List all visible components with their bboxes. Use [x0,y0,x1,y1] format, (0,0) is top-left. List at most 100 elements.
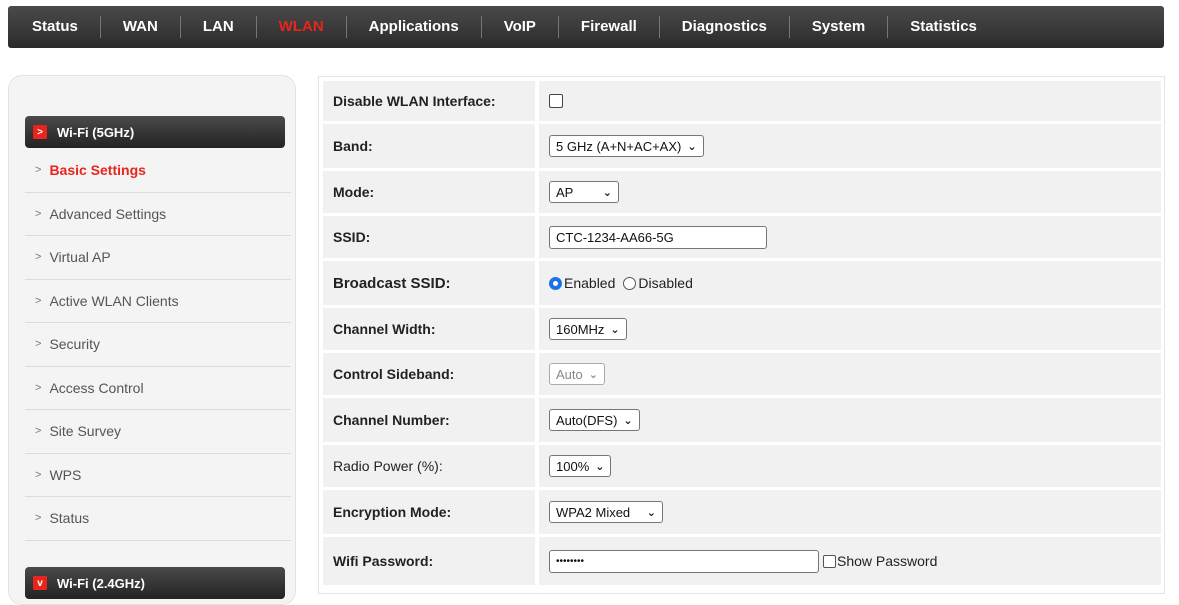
nav-separator [345,16,347,38]
form-row-channel-width: Channel Width: 160MHz ⌄ [323,308,1161,350]
nav-system[interactable]: System [796,6,881,48]
encryption-mode-label: Encryption Mode: [323,490,535,534]
control-sideband-field: Auto ⌄ [539,353,1161,395]
wifi-password-field: •••••••• Show Password [539,537,1161,585]
broadcast-enabled-radio[interactable] [549,276,562,290]
control-sideband-select: Auto ⌄ [549,363,605,385]
form-row-radio-power: Radio Power (%): 100% ⌄ [323,445,1161,487]
show-password-label[interactable]: Show Password [837,553,937,569]
bullet-icon: > [35,207,42,220]
chevron-down-icon: ⌄ [588,368,598,381]
nav-voip[interactable]: VoIP [488,6,552,48]
channel-number-select[interactable]: Auto(DFS) ⌄ [549,409,640,431]
sidebar-item-wps[interactable]: > WPS [25,454,291,497]
top-navigation: Status WAN LAN WLAN Applications VoIP Fi… [8,6,1164,48]
ssid-label: SSID: [323,216,535,258]
nav-status[interactable]: Status [16,6,94,48]
sidebar-item-label: Basic Settings [49,162,146,179]
control-sideband-label: Control Sideband: [323,353,535,395]
sidebar-item-label: Status [49,510,90,527]
radio-power-select[interactable]: 100% ⌄ [549,455,612,477]
sidebar: > Wi-Fi (5GHz) > Basic Settings > Advanc… [8,75,296,605]
disable-wlan-field [539,81,1161,121]
sidebar-item-virtual-ap[interactable]: > Virtual AP [25,236,291,280]
mode-label: Mode: [323,171,535,213]
chevron-right-icon: > [33,125,47,139]
bullet-icon: > [35,512,42,525]
sidebar-group-label: Wi-Fi (2.4GHz) [57,575,145,591]
sidebar-item-label: Active WLAN Clients [49,292,179,309]
channel-width-select[interactable]: 160MHz ⌄ [549,318,627,340]
radio-power-field: 100% ⌄ [539,445,1161,487]
nav-separator [557,16,559,38]
encryption-mode-select[interactable]: WPA2 Mixed ⌄ [549,501,663,523]
sidebar-item-label: Access Control [49,379,144,396]
wifi-password-input[interactable]: •••••••• [549,549,819,573]
channel-number-field: Auto(DFS) ⌄ [539,398,1161,442]
sidebar-item-label: Advanced Settings [49,205,167,222]
sidebar-item-label: Site Survey [49,423,122,440]
mode-select[interactable]: AP ⌄ [549,181,619,203]
control-sideband-value: Auto [556,366,583,382]
nav-separator [179,16,181,38]
sidebar-item-advanced-settings[interactable]: > Advanced Settings [25,193,291,236]
channel-width-field: 160MHz ⌄ [539,308,1161,350]
broadcast-disabled-label[interactable]: Disabled [638,275,692,291]
band-select[interactable]: 5 GHz (A+N+AC+AX) ⌄ [549,135,704,157]
form-row-mode: Mode: AP ⌄ [323,171,1161,213]
sidebar-group-wifi-24ghz[interactable]: v Wi-Fi (2.4GHz) [25,567,285,599]
nav-wlan[interactable]: WLAN [263,6,340,48]
sidebar-item-security[interactable]: > Security [25,323,291,367]
broadcast-disabled-radio[interactable] [623,276,637,290]
sidebar-group-label: Wi-Fi (5GHz) [57,124,135,140]
nav-applications[interactable]: Applications [353,6,475,48]
nav-diagnostics[interactable]: Diagnostics [666,6,783,48]
form-row-disable-wlan: Disable WLAN Interface: [323,81,1161,121]
nav-lan[interactable]: LAN [187,6,250,48]
sidebar-menu: > Basic Settings > Advanced Settings > V… [25,149,291,541]
encryption-mode-value: WPA2 Mixed [556,504,631,520]
chevron-down-icon: ⌄ [646,506,656,519]
ssid-field: CTC-1234-AA66-5G [539,216,1161,258]
sidebar-item-basic-settings[interactable]: > Basic Settings [25,149,291,193]
sidebar-item-label: WPS [49,466,82,483]
sidebar-item-active-wlan-clients[interactable]: > Active WLAN Clients [25,280,291,323]
broadcast-ssid-label: Broadcast SSID: [323,261,535,305]
disable-wlan-checkbox[interactable] [549,94,563,108]
form-row-encryption-mode: Encryption Mode: WPA2 Mixed ⌄ [323,490,1161,534]
channel-width-label: Channel Width: [323,308,535,350]
nav-statistics[interactable]: Statistics [894,6,993,48]
nav-separator [658,16,660,38]
sidebar-item-access-control[interactable]: > Access Control [25,367,291,410]
form-row-broadcast-ssid: Broadcast SSID: Enabled Disabled [323,261,1161,305]
radio-power-label: Radio Power (%): [323,445,535,487]
broadcast-enabled-label[interactable]: Enabled [564,275,615,291]
band-field: 5 GHz (A+N+AC+AX) ⌄ [539,124,1161,168]
radio-power-value: 100% [556,458,590,474]
encryption-mode-field: WPA2 Mixed ⌄ [539,490,1161,534]
sidebar-group-wifi-5ghz[interactable]: > Wi-Fi (5GHz) [25,116,285,148]
band-label: Band: [323,124,535,168]
channel-width-value: 160MHz [556,321,605,337]
chevron-down-icon: ⌄ [595,460,605,473]
sidebar-item-status[interactable]: > Status [25,497,291,541]
nav-separator [480,16,482,38]
nav-firewall[interactable]: Firewall [565,6,653,48]
bullet-icon: > [35,294,42,307]
show-password-checkbox[interactable] [823,554,836,568]
sidebar-item-site-survey[interactable]: > Site Survey [25,410,291,454]
chevron-down-icon: ⌄ [687,140,697,153]
ssid-input[interactable]: CTC-1234-AA66-5G [549,225,767,249]
mode-field: AP ⌄ [539,171,1161,213]
nav-separator [255,16,257,38]
sidebar-item-label: Virtual AP [49,249,111,266]
nav-separator [887,16,889,38]
bullet-icon: > [35,251,42,264]
chevron-down-icon: ⌄ [602,186,612,199]
form-row-wifi-password: Wifi Password: •••••••• Show Password [323,537,1161,585]
nav-wan[interactable]: WAN [107,6,174,48]
channel-number-label: Channel Number: [323,398,535,442]
bullet-icon: > [35,338,42,351]
band-select-value: 5 GHz (A+N+AC+AX) [556,138,682,154]
broadcast-ssid-field: Enabled Disabled [539,261,1161,305]
